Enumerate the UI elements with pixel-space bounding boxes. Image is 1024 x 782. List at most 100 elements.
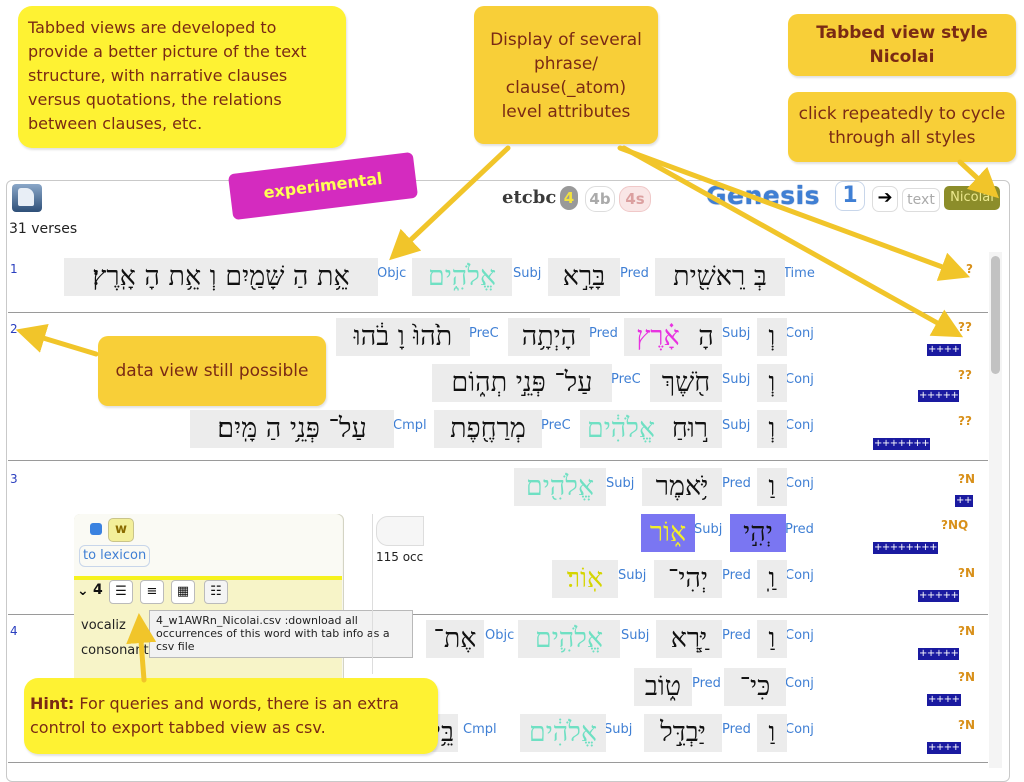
phrase-label: Pred bbox=[692, 676, 721, 691]
verses-count: 31 verses bbox=[9, 221, 78, 237]
phrase-label: Conj bbox=[785, 326, 814, 341]
clause-code: ?NQ bbox=[941, 518, 969, 532]
hebrew-phrase[interactable]: אֱלֹהִ֔ים bbox=[580, 410, 662, 448]
text-lines-icon[interactable]: ≡ bbox=[140, 580, 164, 604]
hebrew-phrase[interactable]: יַּבְדֵּ֣ל bbox=[644, 714, 722, 752]
hebrew-phrase[interactable]: וַ bbox=[757, 468, 787, 506]
hebrew-phrase[interactable]: יְהִ֣י bbox=[730, 514, 786, 552]
note-hint: Hint: For queries and words, there is an… bbox=[24, 678, 438, 754]
phrase-label: Conj bbox=[785, 372, 814, 387]
phrase-label: Conj bbox=[785, 722, 814, 737]
phrase-label: PreC bbox=[541, 418, 571, 433]
hebrew-phrase[interactable]: תֹ֙הוּ֙ וָ בֹ֔הוּ bbox=[336, 318, 470, 356]
clause-code: ?? bbox=[958, 320, 972, 334]
clause-code: ?N bbox=[958, 472, 976, 486]
hebrew-phrase[interactable]: אֽוֹר׃ bbox=[552, 560, 618, 598]
chapter-number[interactable]: 1 bbox=[835, 181, 865, 211]
phrase-label: Conj bbox=[785, 628, 814, 643]
phrase-label: PreC bbox=[469, 326, 499, 341]
app-logo-icon[interactable] bbox=[12, 184, 42, 212]
indent-marks: ++++ bbox=[927, 694, 961, 706]
hebrew-phrase[interactable]: חֹ֖שֶׁךְ bbox=[650, 364, 722, 402]
verse-number[interactable]: 3 bbox=[10, 472, 18, 486]
hebrew-phrase[interactable]: כִּי־ bbox=[724, 668, 786, 706]
phrase-label: Cmpl bbox=[463, 722, 497, 737]
indent-marks: ++ bbox=[955, 495, 973, 507]
version-button-4b[interactable]: 4b bbox=[585, 186, 615, 212]
indent-marks: ++++++++ bbox=[873, 542, 939, 554]
phrase-label: Pred bbox=[722, 476, 751, 491]
hebrew-phrase[interactable]: הָ bbox=[690, 318, 722, 356]
lexicon-link[interactable]: to lexicon bbox=[79, 545, 151, 567]
hebrew-phrase[interactable]: יְהִי־ bbox=[654, 560, 722, 598]
tabbed-style-button[interactable]: Nicolai bbox=[944, 186, 1000, 210]
word-toggle-button[interactable]: w bbox=[108, 518, 134, 542]
version-button-4[interactable]: 4 bbox=[560, 186, 578, 210]
phrase-label: Subj bbox=[694, 522, 723, 537]
clause-code: ?N bbox=[958, 718, 976, 732]
scrollbar-thumb[interactable] bbox=[991, 256, 1000, 374]
source-name: etcbc bbox=[502, 187, 557, 208]
verse-number[interactable]: 1 bbox=[10, 262, 18, 276]
hebrew-phrase[interactable]: וְ bbox=[757, 410, 787, 448]
phrase-label: Subj bbox=[722, 326, 751, 341]
hebrew-phrase[interactable]: וַ bbox=[757, 620, 787, 658]
indent-marks: +++++ bbox=[918, 648, 960, 660]
hebrew-phrase[interactable]: אֱלֹהִ֑ים bbox=[412, 258, 512, 296]
table-icon[interactable]: ▦ bbox=[171, 580, 195, 604]
hebrew-phrase[interactable]: עַל־ פְּנֵ֥י הַ מָּֽיִם׃ bbox=[190, 410, 394, 448]
hebrew-phrase[interactable]: וַֽ bbox=[757, 560, 787, 598]
phrase-label: Subj bbox=[604, 722, 633, 737]
clause-code: ?N bbox=[958, 624, 976, 638]
hebrew-phrase[interactable]: אֱלֹהִ֔ים bbox=[520, 714, 606, 752]
phrase-label: Conj bbox=[785, 476, 814, 491]
phrase-label: Objc bbox=[485, 628, 515, 643]
hebrew-phrase[interactable]: בְּ רֵאשִׁ֖ית bbox=[655, 258, 785, 296]
tabbed-export-icon[interactable]: ☷ bbox=[204, 580, 228, 604]
hebrew-phrase[interactable]: וְ bbox=[757, 364, 787, 402]
hebrew-phrase[interactable]: אֶת־ bbox=[426, 620, 484, 658]
hebrew-phrase[interactable]: מְרַחֶ֖פֶת bbox=[434, 410, 542, 448]
version-button-4s[interactable]: 4s bbox=[619, 186, 651, 212]
phrase-label: Subj bbox=[621, 628, 650, 643]
occurrences-tab[interactable] bbox=[376, 516, 424, 546]
note-style-name: Tabbed view style Nicolai bbox=[788, 14, 1016, 76]
phrase-label: Pred bbox=[722, 568, 751, 583]
indent-marks: ++++ bbox=[927, 344, 961, 356]
hebrew-phrase[interactable]: עַל־ פְּנֵ֣י תְה֑וֹם bbox=[432, 364, 612, 402]
hebrew-phrase[interactable]: ט֑וֹב bbox=[634, 668, 692, 706]
hebrew-phrase[interactable]: וְ bbox=[757, 318, 787, 356]
next-arrow-icon[interactable]: ➔ bbox=[872, 186, 898, 212]
phrase-label: Pred bbox=[589, 326, 618, 341]
hebrew-phrase[interactable]: אֱלֹהִ֛ים bbox=[518, 620, 620, 658]
text-style-button[interactable]: text bbox=[902, 188, 940, 212]
list-icon[interactable]: ☰ bbox=[109, 580, 133, 604]
hint-text: For queries and words, there is an extra… bbox=[30, 694, 399, 737]
hebrew-phrase[interactable]: בָּרָ֣א bbox=[548, 258, 620, 296]
hebrew-phrase[interactable]: א֑וֹר bbox=[641, 514, 695, 552]
clause-code: ? bbox=[966, 262, 973, 276]
hebrew-phrase[interactable]: ר֣וּחַ bbox=[658, 410, 722, 448]
verse-number[interactable]: 2 bbox=[10, 322, 18, 336]
hebrew-phrase[interactable]: אֵ֥ת הַ שָּׁמַ֖יִם וְ אֵ֥ת הָ אָֽרֶץ׃ bbox=[64, 258, 378, 296]
hebrew-phrase[interactable]: הָיְתָ֥ה bbox=[508, 318, 590, 356]
hebrew-phrase[interactable]: וַ bbox=[757, 714, 787, 752]
indent-marks: +++++++ bbox=[873, 438, 931, 450]
clause-code: ?N bbox=[958, 670, 976, 684]
hebrew-phrase[interactable]: אֱלֹהִ֖ים bbox=[514, 468, 606, 506]
phrase-label: Conj bbox=[785, 676, 814, 691]
note-display-attributes: Display of several phrase/ clause(_atom)… bbox=[474, 6, 658, 144]
phrase-label: Subj bbox=[618, 568, 647, 583]
hebrew-phrase[interactable]: אָ֗רֶץ bbox=[624, 318, 692, 356]
verse-separator bbox=[8, 460, 988, 461]
hebrew-phrase[interactable]: יֹּ֥אמֶר bbox=[642, 468, 722, 506]
note-data-view: data view still possible bbox=[98, 336, 326, 406]
hint-label: Hint: bbox=[30, 694, 75, 713]
book-name[interactable]: Genesis bbox=[706, 181, 820, 210]
verse-number[interactable]: 4 bbox=[10, 624, 18, 638]
phrase-label: Pred bbox=[620, 266, 649, 281]
phrase-label: Subj bbox=[513, 266, 542, 281]
hebrew-phrase[interactable]: יַּ֧רְא bbox=[656, 620, 722, 658]
chevron-down-icon[interactable]: ⌄ bbox=[77, 583, 89, 599]
word-checkbox[interactable] bbox=[90, 523, 102, 535]
